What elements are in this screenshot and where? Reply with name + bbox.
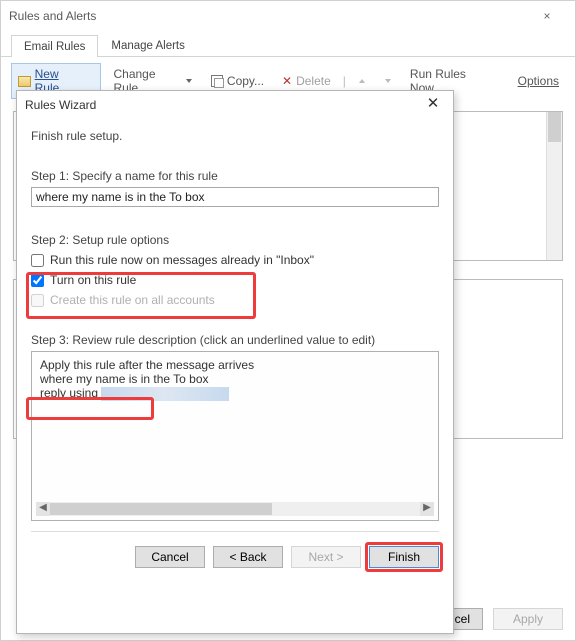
- turn-on-checkbox-row[interactable]: Turn on this rule: [31, 273, 439, 287]
- desc-line-2: where my name is in the To box: [40, 372, 430, 386]
- run-now-label: Run this rule now on messages already in…: [50, 253, 314, 267]
- wizard-title: Rules Wizard: [25, 98, 421, 112]
- scroll-thumb-h[interactable]: [50, 503, 272, 515]
- tab-manage-alerts[interactable]: Manage Alerts: [98, 34, 198, 56]
- copy-label: Copy...: [227, 74, 264, 88]
- wizard-close-button[interactable]: ✕: [421, 95, 445, 115]
- desc-line-1: Apply this rule after the message arrive…: [40, 358, 430, 372]
- wizard-back-button[interactable]: < Back: [213, 546, 283, 568]
- desc-line-3: reply using: [40, 386, 430, 401]
- desc-horizontal-scrollbar[interactable]: ◀ ▶: [36, 502, 434, 516]
- dropdown-icon: [185, 77, 193, 85]
- rule-name-input[interactable]: [31, 187, 439, 207]
- scroll-right-icon[interactable]: ▶: [420, 502, 434, 516]
- scroll-thumb[interactable]: [548, 112, 561, 142]
- step2-label: Step 2: Setup rule options: [31, 233, 439, 247]
- step3-label: Step 3: Review rule description (click a…: [31, 333, 439, 347]
- run-now-checkbox[interactable]: [31, 254, 44, 267]
- rules-alerts-close-icon[interactable]: ×: [527, 9, 567, 23]
- rules-wizard-dialog: Rules Wizard ✕ Finish rule setup. Step 1…: [16, 90, 454, 634]
- move-up-button[interactable]: [352, 74, 372, 88]
- turn-on-checkbox[interactable]: [31, 274, 44, 287]
- all-accounts-checkbox-row: Create this rule on all accounts: [31, 293, 439, 307]
- turn-on-label: Turn on this rule: [50, 273, 136, 287]
- options-button[interactable]: Options: [512, 71, 565, 91]
- rule-description-preview[interactable]: Apply this rule after the message arrive…: [31, 351, 439, 521]
- tab-email-rules[interactable]: Email Rules: [11, 35, 98, 57]
- all-accounts-checkbox: [31, 294, 44, 307]
- step1-label: Step 1: Specify a name for this rule: [31, 169, 439, 183]
- arrow-down-icon: [384, 77, 392, 85]
- all-accounts-label: Create this rule on all accounts: [50, 293, 215, 307]
- wizard-heading: Finish rule setup.: [31, 129, 439, 143]
- delete-icon: ✕: [282, 74, 292, 88]
- new-rule-icon: [18, 76, 31, 87]
- wizard-finish-button[interactable]: Finish: [369, 546, 439, 568]
- delete-label: Delete: [296, 74, 331, 88]
- rules-alerts-title: Rules and Alerts: [9, 9, 527, 23]
- scroll-left-icon[interactable]: ◀: [36, 502, 50, 516]
- delete-button[interactable]: ✕ Delete: [276, 71, 337, 91]
- desc-blurred-value[interactable]: [101, 387, 228, 401]
- copy-icon: [211, 75, 223, 87]
- desc-line-3-prefix: reply using: [40, 386, 101, 400]
- rules-alerts-apply-button: Apply: [493, 608, 563, 630]
- wizard-cancel-button[interactable]: Cancel: [135, 546, 205, 568]
- wizard-next-button: Next >: [291, 546, 361, 568]
- scrollbar[interactable]: [546, 112, 562, 260]
- move-down-button[interactable]: [378, 74, 398, 88]
- run-now-checkbox-row[interactable]: Run this rule now on messages already in…: [31, 253, 439, 267]
- arrow-up-icon: [358, 77, 366, 85]
- copy-button[interactable]: Copy...: [205, 71, 270, 91]
